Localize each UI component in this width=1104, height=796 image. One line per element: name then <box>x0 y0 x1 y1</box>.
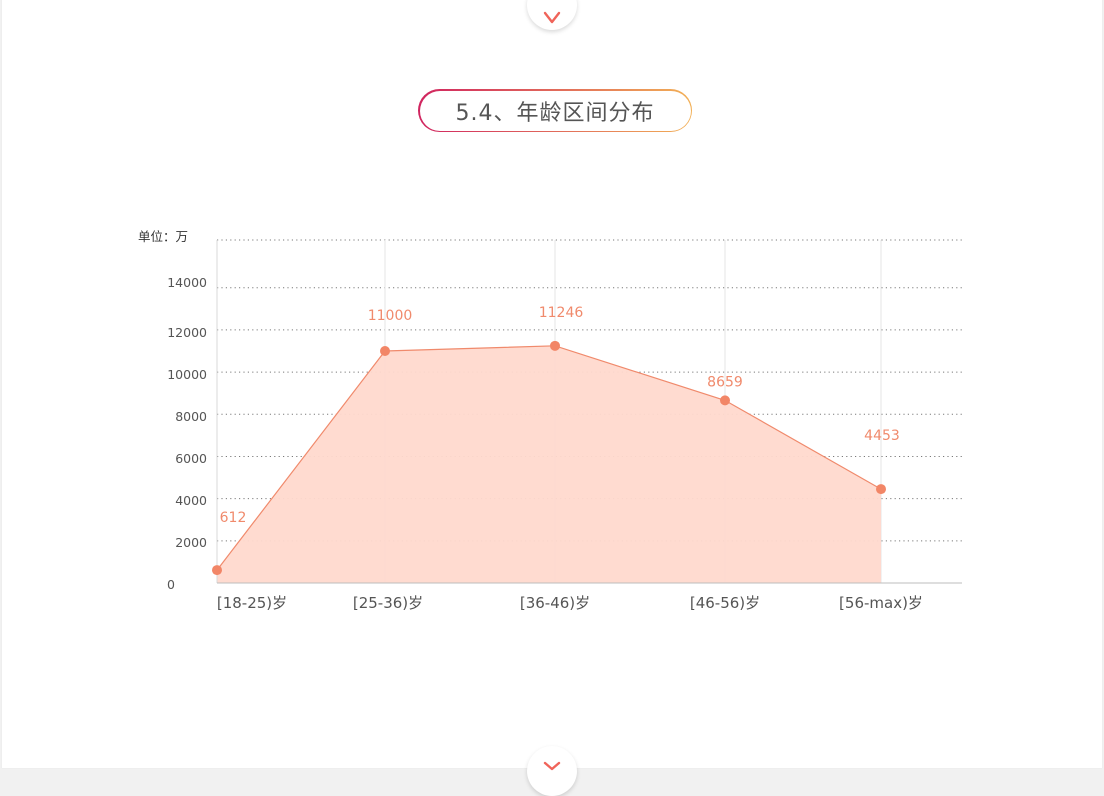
y-tick-label: 14000 <box>167 275 207 290</box>
data-point <box>720 395 730 406</box>
area-fill <box>217 345 881 583</box>
x-tick-label: [25-36)岁 <box>353 594 423 612</box>
y-tick-label: 4000 <box>175 493 207 508</box>
unit-label: 单位：万 <box>138 229 188 244</box>
x-tick-label: [56-max)岁 <box>839 594 923 612</box>
x-tick-label: [18-25)岁 <box>217 594 287 612</box>
data-label: 11000 <box>368 308 413 324</box>
y-tick-label: 2000 <box>175 535 207 550</box>
data-label: 4453 <box>864 428 900 444</box>
data-point <box>876 484 886 495</box>
y-tick-label: 6000 <box>175 451 207 466</box>
data-label: 8659 <box>707 374 743 390</box>
data-point <box>550 340 560 351</box>
x-tick-label: [36-46)岁 <box>520 594 590 612</box>
y-tick-label: 12000 <box>167 325 207 340</box>
y-tick-label: 8000 <box>175 409 207 424</box>
data-point <box>212 565 222 576</box>
age-distribution-chart: 612 11000 11246 8659 4453 0 2000 4000 6000 8000 10… <box>138 229 962 612</box>
data-point <box>380 346 390 357</box>
data-label: 612 <box>220 510 247 526</box>
x-tick-label: [46-56)岁 <box>690 594 760 612</box>
data-label: 11246 <box>539 305 584 321</box>
y-tick-label: 0 <box>167 577 175 592</box>
y-tick-label: 10000 <box>167 367 207 382</box>
